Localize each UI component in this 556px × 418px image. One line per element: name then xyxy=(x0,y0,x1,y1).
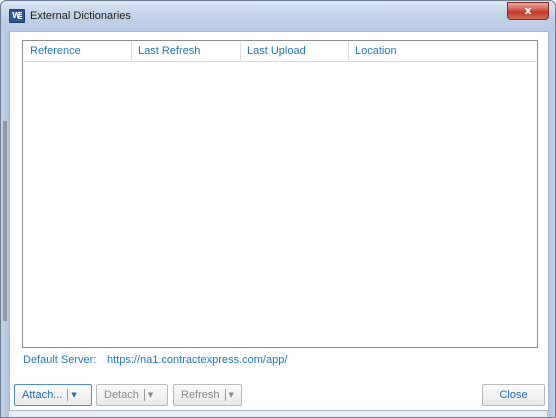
default-server-label: Default Server: xyxy=(23,354,97,366)
detach-button-label: Detach xyxy=(104,389,139,401)
chevron-down-icon[interactable]: ▼ xyxy=(71,385,81,405)
button-bar: Attach... ▼ Detach ▼ Refresh ▼ Close xyxy=(10,384,550,408)
word-app-icon: W xyxy=(9,9,25,23)
window-title: External Dictionaries xyxy=(30,10,131,22)
close-button[interactable]: Close xyxy=(482,384,545,406)
chevron-down-icon[interactable]: ▼ xyxy=(229,385,239,405)
column-header-reference[interactable]: Reference xyxy=(24,42,132,61)
window-close-icon[interactable]: x xyxy=(507,2,549,20)
chevron-down-icon[interactable]: ▼ xyxy=(148,385,158,405)
attach-button-label: Attach... xyxy=(22,389,63,401)
column-header-location[interactable]: Location xyxy=(349,42,536,61)
attach-separator xyxy=(67,389,69,401)
title-bar[interactable]: W External Dictionaries x xyxy=(1,1,555,31)
default-server-link[interactable]: https://na1.contractexpress.com/app/ xyxy=(107,354,287,366)
close-button-label: Close xyxy=(499,389,528,401)
list-header: Reference Last Refresh Last Upload Locat… xyxy=(24,42,536,62)
refresh-button[interactable]: Refresh ▼ xyxy=(173,384,242,406)
refresh-button-label: Refresh xyxy=(181,389,220,401)
column-header-last-upload[interactable]: Last Upload xyxy=(241,42,349,61)
column-header-last-refresh[interactable]: Last Refresh xyxy=(132,42,241,61)
dialog-window: W External Dictionaries x Reference Last… xyxy=(0,0,556,418)
dictionaries-list[interactable]: Reference Last Refresh Last Upload Locat… xyxy=(22,40,538,348)
attach-button[interactable]: Attach... ▼ xyxy=(14,384,92,406)
dialog-content: Reference Last Refresh Last Upload Locat… xyxy=(9,31,549,411)
frame-shadow xyxy=(3,121,7,321)
refresh-separator xyxy=(224,389,226,401)
detach-separator xyxy=(143,389,145,401)
detach-button[interactable]: Detach ▼ xyxy=(96,384,168,406)
